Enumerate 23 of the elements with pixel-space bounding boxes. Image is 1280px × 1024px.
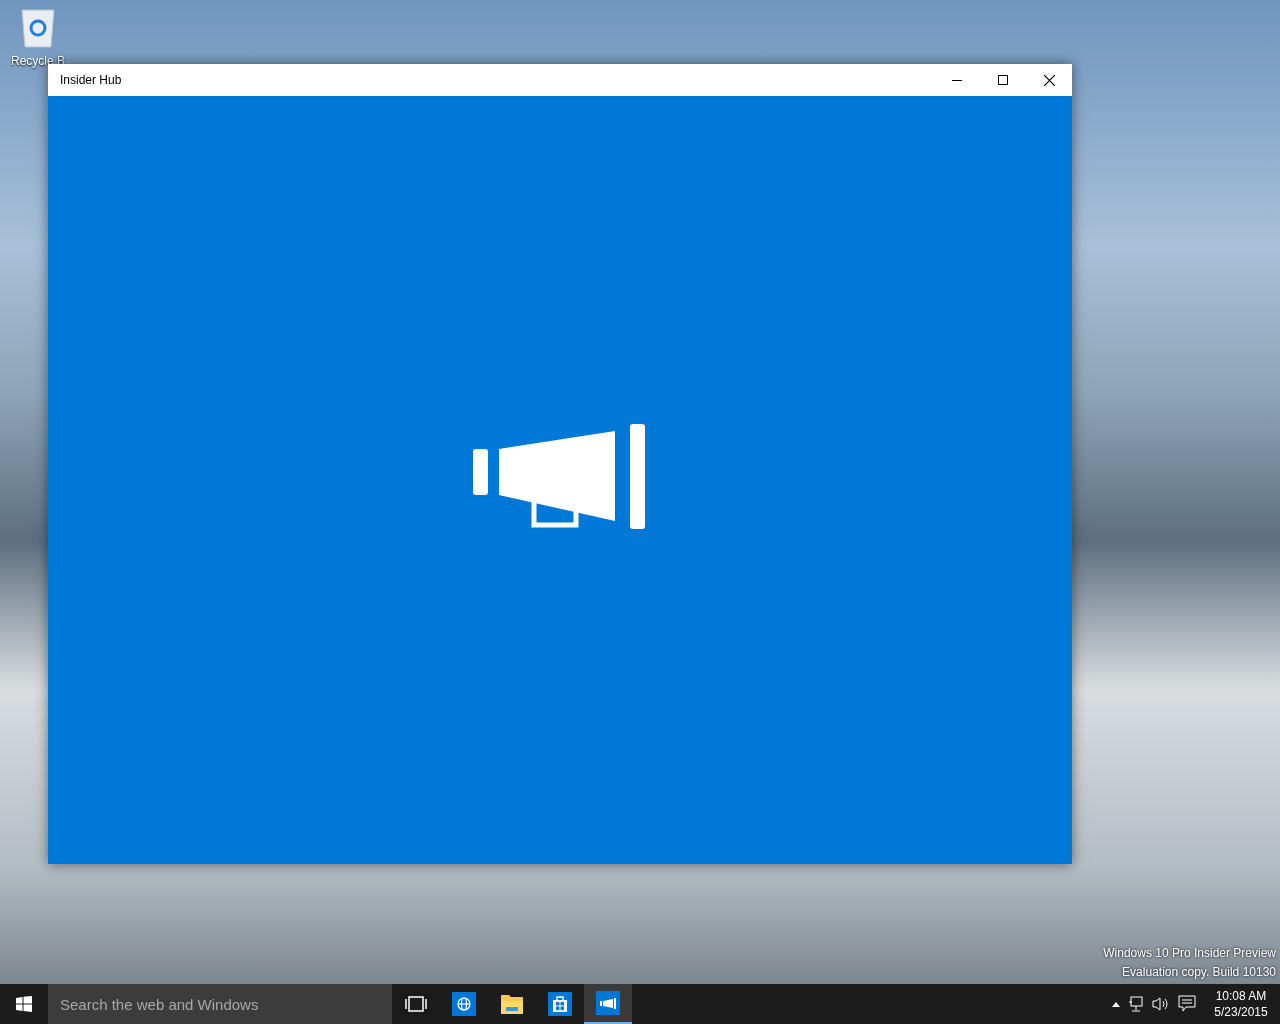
network-icon[interactable]	[1128, 996, 1144, 1012]
close-icon	[1043, 74, 1055, 86]
recycle-bin-icon[interactable]	[20, 6, 56, 48]
megaphone-icon	[596, 991, 620, 1015]
build-info-text: Windows 10 Pro Insider Preview	[1103, 945, 1276, 962]
maximize-icon	[998, 75, 1008, 85]
minimize-icon	[952, 79, 962, 81]
window-title: Insider Hub	[59, 72, 123, 89]
folder-icon	[500, 993, 524, 1015]
message-icon[interactable]	[1178, 995, 1196, 1013]
search-field[interactable]: Search the web and Windows	[48, 984, 392, 1024]
megaphone-icon	[473, 424, 645, 530]
volume-icon[interactable]	[1152, 996, 1170, 1012]
build-info-text: Evaluation copy. Build 10130	[1122, 964, 1276, 981]
clock[interactable]: 10:08 AM 5/23/2015	[1210, 988, 1272, 1020]
clock-date: 5/23/2015	[1214, 1004, 1268, 1020]
caret-up-icon[interactable]	[1112, 1001, 1120, 1007]
taskbar-app-button[interactable]	[584, 984, 632, 1024]
task-view-icon	[405, 996, 427, 1012]
windows-logo-icon	[16, 996, 32, 1012]
clock-time: 10:08 AM	[1215, 988, 1267, 1004]
globe-icon	[452, 992, 476, 1016]
shopping-bag-icon	[548, 992, 572, 1016]
